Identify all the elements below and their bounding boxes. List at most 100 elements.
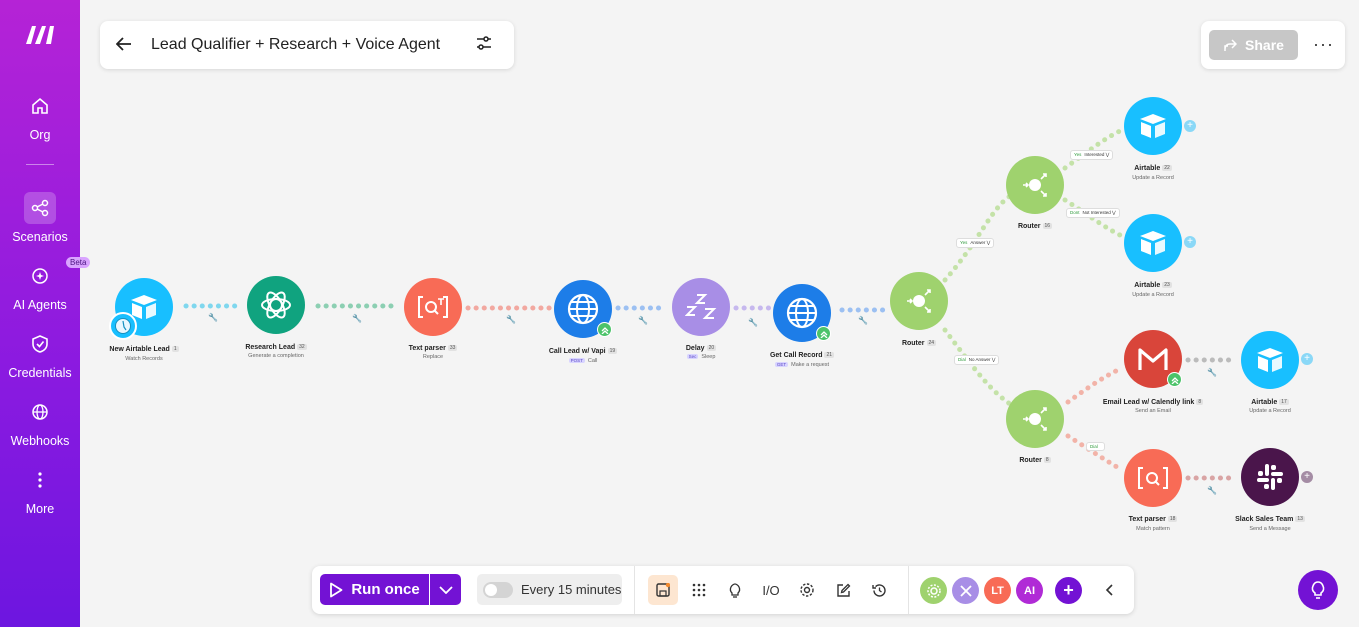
module-label: Research Lead 32 xyxy=(245,344,307,351)
wrench-icon[interactable]: 🔧 xyxy=(352,314,362,323)
play-icon xyxy=(330,582,343,597)
module-sub: Send a Message xyxy=(1249,526,1291,532)
text-parser-icon xyxy=(418,296,448,318)
route-filter-answer[interactable]: Yes Answer ⋁ xyxy=(956,238,995,248)
module-sub: Update a Record xyxy=(1132,292,1174,298)
toolbar-divider xyxy=(634,566,635,614)
io-toggle[interactable]: I/O xyxy=(756,575,786,605)
lightbulb-icon[interactable] xyxy=(720,575,750,605)
module-label: New Airtable Lead 1 xyxy=(109,346,179,353)
module-airtable-update-22[interactable] xyxy=(1124,97,1182,155)
module-label: Router 8 xyxy=(1019,457,1051,464)
route-filter-not-interested[interactable]: Dont Not Interested ⋁ xyxy=(1066,208,1120,218)
module-sub: Update a Record xyxy=(1249,408,1291,414)
module-text-parser[interactable] xyxy=(404,278,462,336)
wrench-icon[interactable]: 🔧 xyxy=(748,318,758,327)
module-router-lower[interactable] xyxy=(1006,390,1064,448)
run-options-dropdown[interactable] xyxy=(430,574,461,605)
module-airtable-update-23[interactable] xyxy=(1124,214,1182,272)
chevron-down-icon xyxy=(438,585,453,594)
module-sleep[interactable] xyxy=(672,278,730,336)
module-router-main[interactable] xyxy=(890,272,948,330)
module-label: Get Call Record 21 xyxy=(769,352,835,359)
slack-icon xyxy=(1257,464,1283,490)
module-label: Email Lead w/ Calendly link 8 xyxy=(1102,399,1204,406)
module-label: Text parser 33 xyxy=(408,345,458,352)
airtable-icon xyxy=(1140,114,1166,138)
router-icon xyxy=(1023,407,1047,431)
globe-icon xyxy=(786,297,818,329)
wrench-icon[interactable]: 🔧 xyxy=(858,316,868,325)
module-airtable-update-17[interactable] xyxy=(1241,331,1299,389)
edit-notes-icon[interactable] xyxy=(828,575,858,605)
module-sub: Watch Records xyxy=(125,356,163,362)
chevrons-up-icon xyxy=(1167,372,1182,387)
add-module-icon[interactable]: + xyxy=(1184,236,1196,248)
wrench-icon[interactable]: 🔧 xyxy=(506,315,516,324)
module-label: Slack Sales Team 13 xyxy=(1235,516,1305,523)
module-label: Airtable 22 xyxy=(1134,165,1172,172)
module-text-parser-match[interactable] xyxy=(1124,449,1182,507)
io-label: I/O xyxy=(762,582,780,598)
module-label: Router 24 xyxy=(901,340,937,347)
connection-10 xyxy=(1062,197,1125,239)
history-icon[interactable] xyxy=(864,575,894,605)
connection-9 xyxy=(1062,127,1125,171)
chevron-left-icon[interactable] xyxy=(1094,575,1124,605)
toolbar-divider xyxy=(908,566,909,614)
schedule-toggle[interactable] xyxy=(483,581,513,598)
run-once-label: Run once xyxy=(351,581,420,598)
module-sub: Replace xyxy=(422,354,444,360)
module-sub: Generate a completion xyxy=(248,353,304,359)
schedule-label: Every 15 minutes xyxy=(521,582,622,597)
text-parser-icon xyxy=(1138,467,1168,489)
gmail-icon xyxy=(1138,348,1168,370)
module-sub: Update a Record xyxy=(1132,175,1174,181)
airtable-icon xyxy=(1140,231,1166,255)
route-filter-dial[interactable]: Dial xyxy=(1086,442,1105,451)
globe-icon xyxy=(567,293,599,325)
flow-control-app-icon[interactable] xyxy=(952,577,979,604)
lightbulb-icon xyxy=(1311,581,1325,599)
module-label: Delay 20 xyxy=(685,345,717,352)
connection-11 xyxy=(1065,365,1125,405)
clock-icon[interactable] xyxy=(109,312,137,340)
help-lightbulb-button[interactable] xyxy=(1298,570,1338,610)
grid-dots-icon[interactable] xyxy=(684,575,714,605)
wrench-icon[interactable]: 🔧 xyxy=(638,316,648,325)
tools-app-icon[interactable] xyxy=(920,577,947,604)
gear-icon[interactable] xyxy=(792,575,822,605)
route-filter-no-answer[interactable]: Dial No Answer ⋁ xyxy=(954,355,1000,365)
module-label: Router 16 xyxy=(1017,223,1053,230)
airtable-icon xyxy=(1257,348,1283,372)
schedule-control[interactable]: Every 15 minutes xyxy=(477,574,622,605)
module-sub: POST Call xyxy=(568,358,598,364)
wrench-icon[interactable]: 🔧 xyxy=(1207,486,1217,495)
module-slack[interactable] xyxy=(1241,448,1299,506)
module-sub: Match pattern xyxy=(1136,526,1170,532)
chevrons-up-icon xyxy=(816,326,831,341)
run-once-button[interactable]: Run once xyxy=(320,574,429,605)
add-module-icon[interactable]: + xyxy=(1301,471,1313,483)
router-icon xyxy=(907,289,931,313)
module-openai[interactable] xyxy=(247,276,305,334)
add-module-icon[interactable]: + xyxy=(1184,120,1196,132)
module-label: Text parser 18 xyxy=(1128,516,1178,523)
module-label: Airtable 23 xyxy=(1134,282,1172,289)
module-label: Airtable 17 xyxy=(1251,399,1289,406)
openai-icon xyxy=(261,291,291,319)
save-icon[interactable] xyxy=(648,575,678,605)
route-filter-interested[interactable]: Yes Interested ⋁ xyxy=(1070,150,1114,160)
module-router-upper[interactable] xyxy=(1006,156,1064,214)
ai-app-icon[interactable]: AI xyxy=(1016,577,1043,604)
text-parser-app-icon[interactable]: LT xyxy=(984,577,1011,604)
bottom-toolbar: Run once Every 15 minutes I/O LT AI + xyxy=(312,566,1134,614)
add-module-icon[interactable]: + xyxy=(1301,353,1313,365)
wrench-icon[interactable]: 🔧 xyxy=(208,313,218,322)
router-icon xyxy=(1023,173,1047,197)
module-label: Call Lead w/ Vapi 19 xyxy=(548,348,618,355)
wrench-icon[interactable]: 🔧 xyxy=(1207,368,1217,377)
module-sub: Send an Email xyxy=(1135,408,1171,414)
chevrons-up-icon xyxy=(597,322,612,337)
add-app-button[interactable]: + xyxy=(1055,577,1082,604)
